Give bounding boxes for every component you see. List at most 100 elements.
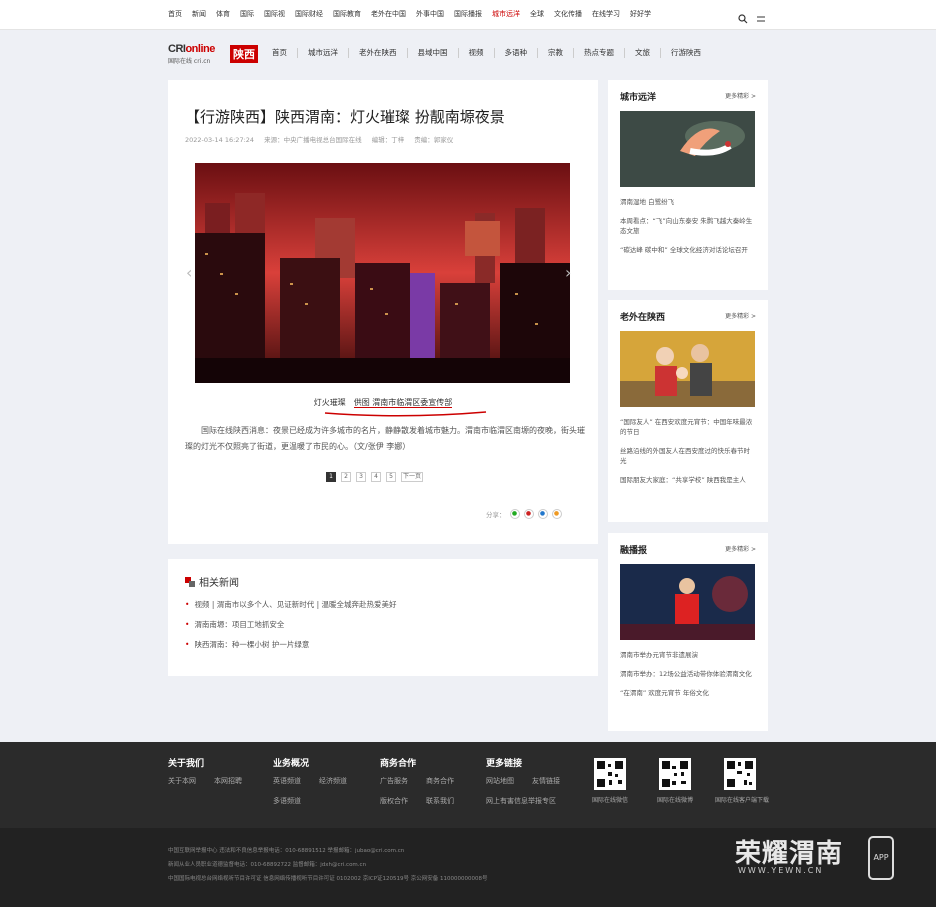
sidebar-news-item[interactable]: 本周看点：“飞”向山东泰安 朱鹮飞越大秦岭生态文旅 [620,212,756,241]
qzone-icon[interactable]: ● [551,509,562,519]
page-link[interactable]: 1 [326,472,336,482]
sidebar-news-item[interactable]: 渭南湿地 白鹭纷飞 [620,193,756,212]
article-body: 国际在线陕西消息：夜景已经成为许多城市的名片，静静散发着城市魅力。渭南市临渭区南… [185,426,585,451]
ibis-photo[interactable] [620,111,755,187]
related-news: 相关新闻 视频 | 渭南市以多个人、见证新时代 | 温暖全城奔赴热爱美好渭南南塬… [168,559,598,676]
more-link[interactable]: 更多精彩 > [725,91,756,100]
top-nav-item[interactable]: 体育 [216,9,230,19]
main-nav-item[interactable]: 首页 [262,48,298,58]
page-link[interactable]: 4 [371,472,381,482]
article-photo [195,163,570,383]
region-tag: 陕西 [230,45,258,63]
top-nav-item[interactable]: 城市远洋 [492,9,520,19]
site-logo[interactable]: CRIonline 国际在线 cri.cn 陕西 [168,43,258,67]
footer-link[interactable]: 网上有害信息举报专区 [486,796,556,806]
main-nav-item[interactable]: 行游陕西 [661,48,711,58]
sidebar-news-item[interactable]: 国际朋友大家庭：“共享学校” 陕西我是主人 [620,471,756,490]
performer-photo[interactable] [620,564,755,640]
more-link[interactable]: 更多精彩 > [725,544,756,553]
sidebar-news-item[interactable]: “在渭南” 欢度元宵节 年俗文化 [620,684,756,703]
footer-link[interactable]: 广告服务 [380,776,408,786]
footer-link[interactable]: 多语频道 [273,796,301,806]
qr-code-app [724,758,756,790]
footer-coop: 商务合作 广告服务 商务合作 版权合作 联系我们 [380,759,454,806]
top-nav-item[interactable]: 国际视 [264,9,285,19]
top-nav-item[interactable]: 国际教育 [333,9,361,19]
menu-icon[interactable] [756,9,766,28]
article-panel: 【行游陕西】陕西渭南：灯火璀璨 扮靓南塬夜景 2022-03-14 16:27:… [168,80,598,544]
top-bar: 首页 新闻 体育 国际 国际视 国际财经 国际教育 老外在中国 外事中国 国际播报 城市远洋 全球 … [0,0,936,30]
sidebar-city: 城市远洋 更多精彩 > 渭南湿地 白鹭纷飞 本周看点：“飞”向山东泰安 朱鹮飞越大… [608,80,768,290]
qq-icon[interactable]: ● [537,509,548,519]
footer-link[interactable]: 联系我们 [426,796,454,806]
sidebar-news-item[interactable]: 丝路沿线的外国友人在西安度过的快乐春节时光 [620,442,756,471]
top-nav-item[interactable]: 在线学习 [592,9,620,19]
article-title: 【行游陕西】陕西渭南：灯火璀璨 扮靓南塬夜景 [185,108,505,126]
top-nav-item[interactable]: 好好学 [630,9,651,19]
top-nav-item[interactable]: 文化传播 [554,9,582,19]
footer-link[interactable]: 网站地图 [486,776,514,786]
page-link[interactable]: 5 [386,472,396,482]
sidebar-news-item[interactable]: “国际友人” 在西安欢度元宵节：中国年味最浓的节日 [620,413,756,442]
page-link[interactable]: 下一页 [401,472,424,482]
top-nav-item[interactable]: 外事中国 [416,9,444,19]
footer-link[interactable]: 经济频道 [319,776,347,786]
prev-arrow-icon[interactable]: ‹ [186,263,192,282]
family-photo[interactable] [620,331,755,407]
related-news-item[interactable]: 视频 | 渭南市以多个人、见证新时代 | 温暖全城奔赴热爱美好 [185,599,396,610]
top-nav-item[interactable]: 国际财经 [295,9,323,19]
article-source: 来源：中央广播电视总台国际在线 [264,136,362,144]
top-nav-item[interactable]: 首页 [168,9,182,19]
page-link[interactable]: 3 [356,472,366,482]
footer-link[interactable]: 关于本网 [168,776,196,786]
caption-underline [324,411,487,417]
main-nav-item[interactable]: 热点专题 [574,48,625,58]
related-news-item[interactable]: 陕西渭南：种一棵小树 护一片绿意 [185,639,397,650]
main-nav-item[interactable]: 老外在陕西 [349,48,408,58]
qr-code-weibo [659,758,691,790]
main-nav-item[interactable]: 多语种 [495,48,538,58]
weibo-icon[interactable]: ● [523,509,534,519]
footer-link[interactable]: 版权合作 [380,796,408,806]
top-nav-item[interactable]: 新闻 [192,9,206,19]
related-news-icon [185,576,195,587]
more-link[interactable]: 更多精彩 > [725,311,756,320]
next-arrow-icon[interactable]: › [565,263,571,282]
article-date: 2022-03-14 16:27:24 [185,136,255,144]
search-icon[interactable] [738,9,748,28]
main-nav-item[interactable]: 城市远洋 [298,48,349,58]
sidebar-broadcast: 融播报 更多精彩 > 渭南市举办元宵节非遗展演 渭南市举办：12场公益活动带你体验… [608,533,768,731]
watermark-logo: 荣耀渭南 [735,839,844,869]
top-nav-item[interactable]: 老外在中国 [371,9,406,19]
sidebar-foreigners: 老外在陕西 更多精彩 > “国际友人” 在西安欢度元宵节：中国年味最浓的节日 丝路… [608,300,768,522]
pagination: 1 2 3 4 5 下一页 [326,472,424,482]
watermark-url: WWW.YEWN.CN [738,866,824,875]
page-link[interactable]: 2 [341,472,351,482]
main-nav-item[interactable]: 县域中国 [408,48,459,58]
qr-code-wechat [594,758,626,790]
article-editor: 编辑：丁梓 [371,136,405,144]
footer-link[interactable]: 英语频道 [273,776,301,786]
photo-caption: 灯火璀璨 供图 渭南市临渭区委宣传部 [313,398,453,408]
sidebar-news-item[interactable]: “碳达峰 碳中和” 全球文化经济对话论坛召开 [620,241,756,260]
footer-link[interactable]: 商务合作 [426,776,454,786]
sidebar-news-item[interactable]: 渭南市举办元宵节非遗展演 [620,646,756,665]
footer-link[interactable]: 友情链接 [532,776,560,786]
related-news-item[interactable]: 渭南南塬：项目工地抓安全 [185,619,397,630]
footer-more: 更多链接 网站地图 友情链接 网上有害信息举报专区 [486,759,560,806]
top-nav-item[interactable]: 国际播报 [454,9,482,19]
main-nav-item[interactable]: 视频 [459,48,495,58]
caption-link[interactable]: 供图 渭南市临渭区委宣传部 [353,398,453,408]
top-nav-item[interactable]: 全球 [530,9,544,19]
footer-about: 关于我们 关于本网 本网招聘 [168,759,242,786]
wechat-icon[interactable]: ● [509,509,520,519]
share-bar: 分享： ● ● ● ● [486,509,562,519]
footer-link[interactable]: 本网招聘 [214,776,242,786]
top-nav-item[interactable]: 国际 [240,9,254,19]
top-nav: 首页 新闻 体育 国际 国际视 国际财经 国际教育 老外在中国 外事中国 国际播报 城市远洋 全球 … [168,9,661,19]
main-nav: 首页 城市远洋 老外在陕西 县域中国 视频 多语种 宗教 热点专题 文旅 行游陕西 [262,48,711,58]
sidebar-news-item[interactable]: 渭南市举办：12场公益活动带你体验渭南文化 [620,665,756,684]
app-phone-icon: APP [868,836,894,880]
main-nav-item[interactable]: 宗教 [538,48,574,58]
main-nav-item[interactable]: 文旅 [625,48,661,58]
